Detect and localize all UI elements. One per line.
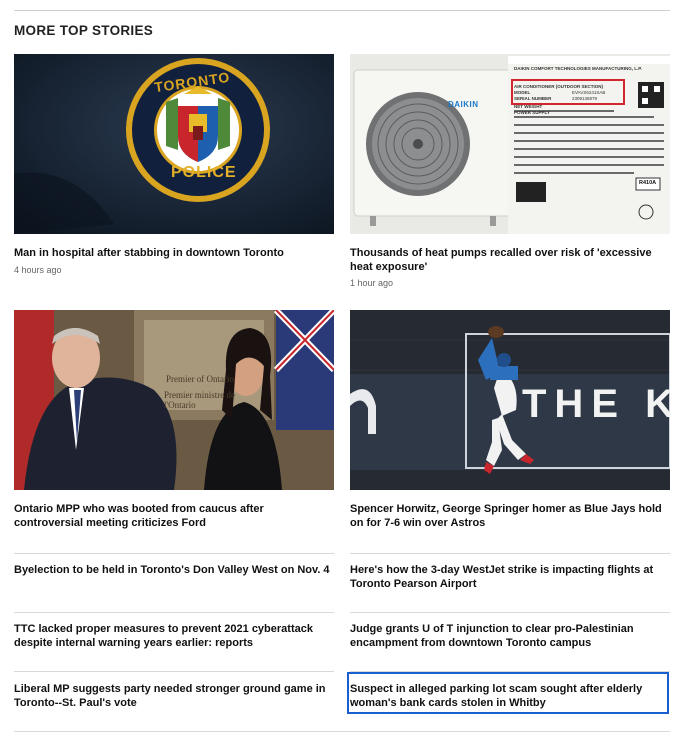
story-headline[interactable]: Thousands of heat pumps recalled over ri… [350,247,668,274]
list-story[interactable]: Byelection to be held in Toronto's Don V… [14,564,334,578]
label-header: DAIKIN COMFORT TECHNOLOGIES MANUFACTURIN… [514,66,642,71]
row-divider [14,671,334,672]
focus-outline [347,672,669,714]
section-title: MORE TOP STORIES [14,23,154,38]
story-card[interactable]: DAIKIN DAIKIN COMFORT TECHNOLOGIES MANUF… [350,54,670,294]
label-serial: SERIAL NUMBER [514,96,552,101]
story-card[interactable]: TORONTO POLICE Man in hospital after sta… [14,54,334,284]
row-divider [14,612,334,613]
refrigerant-badge: R410A [639,180,657,186]
list-story[interactable]: Liberal MP suggests party needed stronge… [14,683,334,710]
story-headline[interactable]: Spencer Horwitz, George Springer homer a… [350,503,668,530]
story-card[interactable]: Premier of Ontario Premier ministre de l… [14,310,334,540]
row-divider [350,553,670,554]
label-serial-value: 2309136879 [572,96,598,101]
patch-bottom-text: POLICE [171,164,237,181]
row-divider [350,612,670,613]
wall-text: THE K [522,382,670,426]
label-power: POWER SUPPLY [514,110,550,115]
top-divider [14,10,670,11]
label-model: MODEL [514,90,531,95]
bottom-divider [14,731,670,732]
story-image-police-patch[interactable]: TORONTO POLICE [14,54,334,234]
story-image-baseball[interactable]: THE K [350,310,670,490]
label-line: AIR CONDITIONER (OUTDOOR SECTION) [514,84,603,89]
label-model-value: EVAVS6241SAB [572,90,606,95]
list-story[interactable]: Here's how the 3-day WestJet strike is i… [350,564,670,591]
story-image-heat-pump[interactable]: DAIKIN DAIKIN COMFORT TECHNOLOGIES MANUF… [350,54,670,234]
story-headline[interactable]: Ontario MPP who was booted from caucus a… [14,503,332,530]
story-image-press-conference[interactable]: Premier of Ontario Premier ministre de l… [14,310,334,490]
list-story[interactable]: TTC lacked proper measures to prevent 20… [14,623,334,650]
story-card[interactable]: THE K Spencer Horwitz, George Springer h… [350,310,670,540]
daikin-logo: DAIKIN [448,100,479,109]
heat-pump-image [350,54,670,234]
sign-line-1: Premier of Ontario [166,374,234,384]
list-story[interactable]: Judge grants U of T injunction to clear … [350,623,670,650]
story-timestamp: 4 hours ago [14,265,62,275]
sign-line-2: Premier ministre de l'Ontario [164,390,235,410]
story-headline[interactable]: Man in hospital after stabbing in downto… [14,247,332,261]
label-weight: NET WEIGHT [514,104,543,109]
story-timestamp: 1 hour ago [350,278,394,288]
row-divider [14,553,334,554]
